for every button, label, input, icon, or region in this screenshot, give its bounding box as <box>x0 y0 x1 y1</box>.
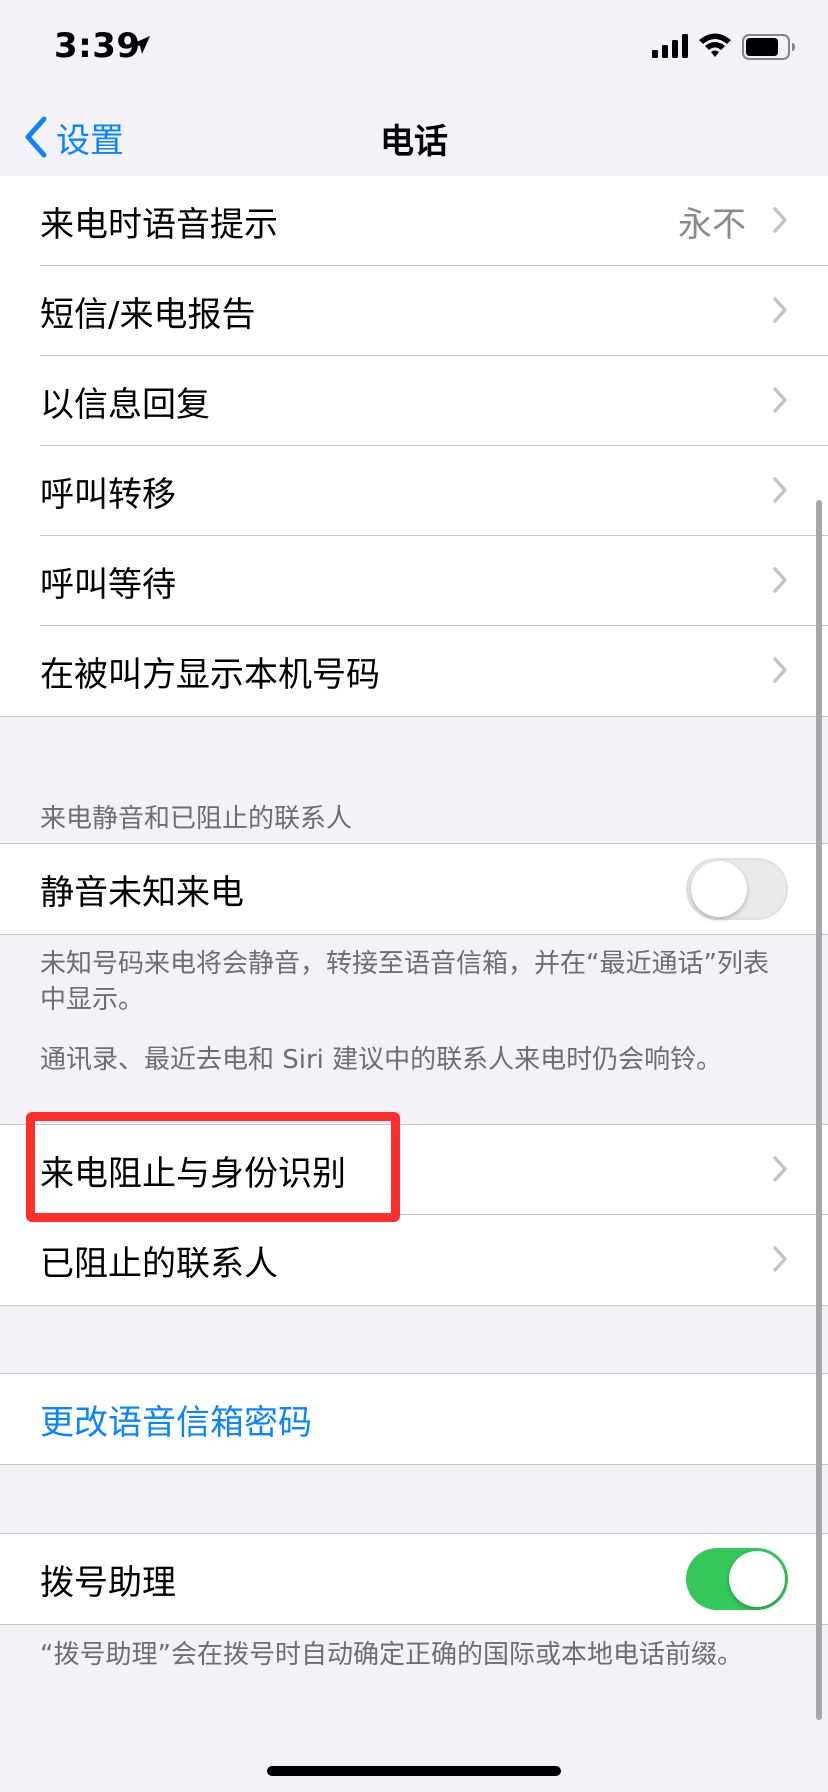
row-label: 在被叫方显示本机号码 <box>40 654 380 695</box>
toggle-knob <box>691 861 747 917</box>
chevron-right-icon <box>773 387 787 413</box>
row-call-waiting[interactable]: 呼叫等待 <box>0 536 828 626</box>
signal-icon <box>652 34 688 58</box>
row-sms-call-reporting[interactable]: 短信/来电报告 <box>0 266 828 356</box>
navigation-bar: 设置 电话 <box>0 100 828 177</box>
chevron-right-icon <box>773 477 787 503</box>
row-label: 拨号助理 <box>40 1562 176 1603</box>
chevron-right-icon <box>773 1246 787 1272</box>
location-arrow-icon <box>132 36 150 54</box>
row-show-caller-id[interactable]: 在被叫方显示本机号码 <box>0 626 828 716</box>
settings-group-calls: 来电时语音提示 永不 短信/来电报告 以信息回复 呼叫转移 呼叫等待 在被叫方显… <box>0 176 828 717</box>
section-header-silence: 来电静音和已阻止的联系人 <box>40 804 353 834</box>
row-label: 以信息回复 <box>40 384 210 425</box>
settings-group-silence: 静音未知来电 <box>0 843 828 935</box>
row-respond-with-text[interactable]: 以信息回复 <box>0 356 828 446</box>
settings-group-voicemail: 更改语音信箱密码 <box>0 1373 828 1465</box>
row-label: 呼叫转移 <box>40 474 176 515</box>
section-footer-silence-1: 未知号码来电将会静音，转接至语音信箱，并在“最近通话”列表中显示。 <box>40 949 769 1015</box>
status-time: 3:39 <box>54 26 141 66</box>
row-label: 静音未知来电 <box>40 872 244 913</box>
status-bar: 3:39 <box>0 0 828 100</box>
row-announce-calls[interactable]: 来电时语音提示 永不 <box>0 176 828 266</box>
settings-group-dial-assist: 拨号助理 <box>0 1533 828 1625</box>
chevron-right-icon <box>773 657 787 683</box>
section-footer-silence-2: 通讯录、最近去电和 Siri 建议中的联系人来电时仍会响铃。 <box>40 1045 723 1075</box>
battery-icon <box>742 34 795 60</box>
row-call-forwarding[interactable]: 呼叫转移 <box>0 446 828 536</box>
voicemail-password-link[interactable]: 更改语音信箱密码 <box>40 1395 312 1444</box>
row-label: 短信/来电报告 <box>40 294 256 335</box>
wifi-icon <box>699 33 731 57</box>
chevron-right-icon <box>773 297 787 323</box>
row-blocked-contacts[interactable]: 已阻止的联系人 <box>0 1215 828 1305</box>
row-silence-unknown-callers: 静音未知来电 <box>0 844 828 934</box>
section-footer-dial-assist: “拨号助理”会在拨号时自动确定正确的国际或本地电话前缀。 <box>40 1640 743 1670</box>
highlight-box <box>26 1112 400 1222</box>
row-change-voicemail-password[interactable]: 更改语音信箱密码 <box>0 1374 828 1464</box>
silence-unknown-toggle[interactable] <box>686 858 788 920</box>
row-dial-assist: 拨号助理 <box>0 1534 828 1624</box>
row-detail: 永不 <box>678 204 746 245</box>
chevron-right-icon <box>773 567 787 593</box>
scrollbar[interactable] <box>816 500 822 1720</box>
toggle-knob <box>729 1551 785 1607</box>
home-indicator[interactable] <box>267 1766 561 1776</box>
dial-assist-toggle[interactable] <box>686 1548 788 1610</box>
page-title: 电话 <box>380 122 448 162</box>
row-label: 已阻止的联系人 <box>40 1243 278 1284</box>
chevron-right-icon <box>773 1156 787 1182</box>
row-label: 呼叫等待 <box>40 564 176 605</box>
row-label: 来电时语音提示 <box>40 204 278 245</box>
chevron-right-icon <box>773 207 787 233</box>
